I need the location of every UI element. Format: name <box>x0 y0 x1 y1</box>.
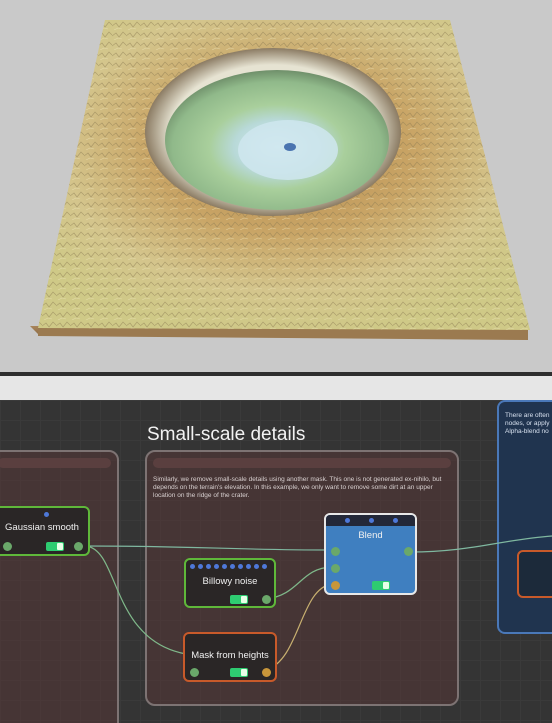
node-title: Gaussian smooth <box>5 522 79 533</box>
wire-blend-out <box>409 535 552 553</box>
enable-toggle-icon[interactable] <box>230 595 248 604</box>
input-port[interactable] <box>190 668 199 677</box>
output-port[interactable] <box>262 595 271 604</box>
terrain-render <box>30 20 530 340</box>
input-port-a[interactable] <box>331 547 340 556</box>
input-dot[interactable] <box>369 518 374 523</box>
input-port[interactable] <box>3 542 12 551</box>
crater-center <box>284 143 296 151</box>
input-dot[interactable] <box>44 512 49 517</box>
node-title: Blend <box>358 530 383 541</box>
node-graph-canvas[interactable]: Small-scale details Similarly, we remove… <box>0 400 552 723</box>
terrain-viewport[interactable] <box>0 0 552 372</box>
node-billowy-noise[interactable]: Billowy noise <box>184 558 276 608</box>
enable-toggle-icon[interactable] <box>46 542 64 551</box>
output-port[interactable] <box>74 542 83 551</box>
panel-header <box>0 376 552 400</box>
node-title: Billowy noise <box>202 576 258 587</box>
enable-toggle-icon[interactable] <box>230 668 248 677</box>
node-mask-from-heights[interactable]: Mask from heights <box>183 632 277 682</box>
input-dot[interactable] <box>345 518 350 523</box>
node-header <box>326 515 415 526</box>
output-port[interactable] <box>404 547 413 556</box>
input-port-mask[interactable] <box>331 581 340 590</box>
output-port[interactable] <box>262 668 271 677</box>
wire-gaussian-to-mask <box>85 545 187 655</box>
node-gaussian-smooth[interactable]: Gaussian smooth <box>0 506 90 556</box>
wire-gaussian-to-blend <box>85 545 333 551</box>
node-blend[interactable]: Blend <box>324 513 417 595</box>
input-dot[interactable] <box>393 518 398 523</box>
input-port-b[interactable] <box>331 564 340 573</box>
enable-toggle-icon[interactable] <box>372 581 390 590</box>
node-title: Mask from heights <box>191 650 269 661</box>
